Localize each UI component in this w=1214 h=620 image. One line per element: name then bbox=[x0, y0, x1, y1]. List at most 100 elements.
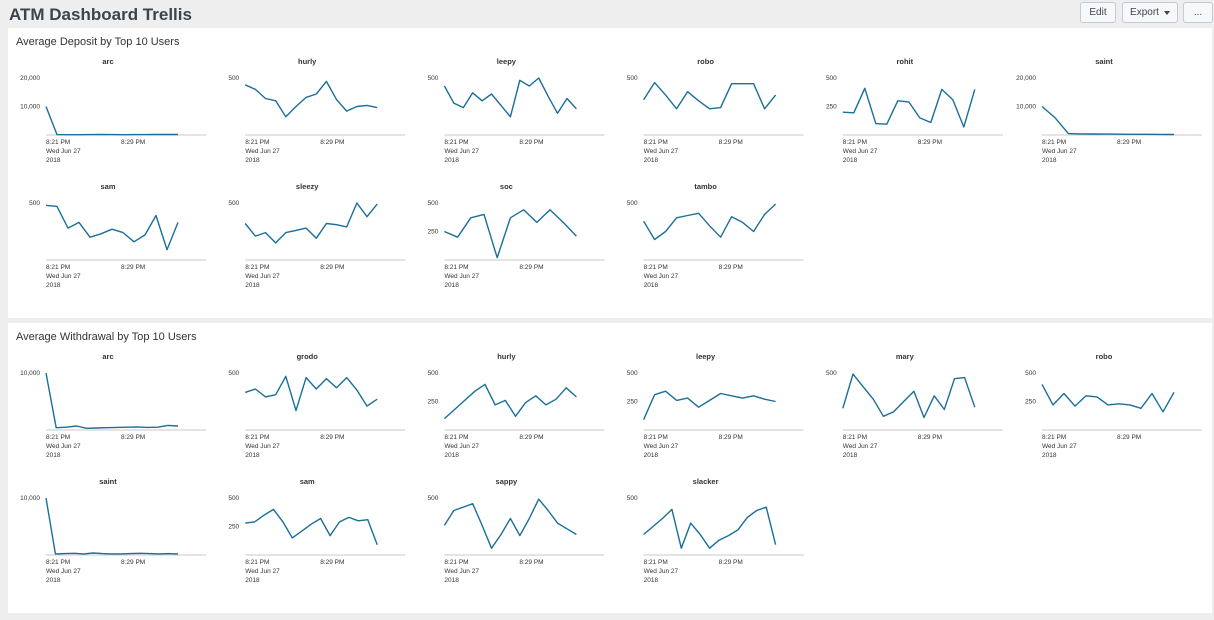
y-tick-label: 250 bbox=[826, 104, 837, 111]
trellis-cell-leepy: leepy 500 8:21 PM Wed Jun 27 2018 8:29 PM bbox=[428, 57, 605, 164]
y-tick-label: 250 bbox=[428, 229, 439, 236]
x-tick-label: 8:21 PM bbox=[245, 139, 269, 146]
y-tick-label: 250 bbox=[1025, 399, 1036, 406]
trellis-cell-rohit: rohit 500 250 8:21 PM Wed Jun 27 2018 8:29 PM bbox=[826, 57, 1003, 164]
edit-button[interactable]: Edit bbox=[1080, 2, 1116, 23]
y-tick-label: 10,000 bbox=[1016, 104, 1036, 111]
y-tick-label: 250 bbox=[228, 524, 239, 531]
y-tick-label: 20,000 bbox=[20, 75, 40, 82]
x-tick-label: 2018 bbox=[444, 452, 459, 459]
x-tick-label: 2018 bbox=[245, 282, 260, 289]
cell-title: arc bbox=[102, 57, 113, 66]
trellis-cell-slacker: slacker 500 8:21 PM Wed Jun 27 2018 8:29 PM bbox=[627, 477, 804, 584]
x-tick-label: 8:21 PM bbox=[1042, 139, 1066, 146]
series-line-rohit bbox=[842, 87, 976, 128]
x-tick-label: Wed Jun 27 bbox=[245, 568, 280, 575]
x-tick-label: Wed Jun 27 bbox=[245, 148, 280, 155]
x-tick-label: 8:21 PM bbox=[444, 264, 468, 271]
x-tick-label: 8:21 PM bbox=[46, 139, 70, 146]
y-tick-label: 500 bbox=[428, 75, 439, 82]
series-line-sleezy bbox=[244, 202, 378, 244]
x-tick-label: 2018 bbox=[245, 157, 260, 164]
trellis-cell-sappy: sappy 500 8:21 PM Wed Jun 27 2018 8:29 PM bbox=[428, 477, 605, 584]
x-tick-label: Wed Jun 27 bbox=[644, 273, 679, 280]
x-tick-label: 8:21 PM bbox=[444, 559, 468, 566]
x-tick-label: 8:29 PM bbox=[519, 434, 543, 441]
y-tick-label: 500 bbox=[29, 200, 40, 207]
y-tick-label: 500 bbox=[428, 495, 439, 502]
trellis-cell-tambo: tambo 500 8:21 PM Wed Jun 27 2018 8:29 PM bbox=[627, 182, 804, 289]
y-tick-label: 500 bbox=[627, 75, 638, 82]
x-tick-label: 8:29 PM bbox=[320, 559, 344, 566]
y-tick-label: 500 bbox=[627, 495, 638, 502]
x-tick-label: 8:21 PM bbox=[46, 434, 70, 441]
x-tick-label: 2018 bbox=[644, 157, 659, 164]
more-options-label: ... bbox=[1193, 7, 1203, 18]
y-tick-label: 10,000 bbox=[20, 495, 40, 502]
trellis-cell-saint: saint 10,000 8:21 PM Wed Jun 27 2018 8:29 PM bbox=[20, 477, 206, 584]
trellis-cell-arc: arc 20,000 10,000 8:21 PM Wed Jun 27 2018 8:29… bbox=[20, 57, 206, 164]
export-button[interactable]: Export bbox=[1122, 2, 1178, 23]
x-tick-label: Wed Jun 27 bbox=[1042, 148, 1077, 155]
x-tick-label: 8:29 PM bbox=[719, 139, 743, 146]
y-tick-label: 500 bbox=[1025, 370, 1036, 377]
series-line-tambo bbox=[643, 203, 777, 241]
series-line-saint bbox=[1041, 105, 1175, 136]
trellis-cell-hurly: hurly 500 250 8:21 PM Wed Jun 27 2018 8:29 PM bbox=[428, 352, 605, 459]
x-tick-label: 2018 bbox=[1042, 452, 1057, 459]
series-line-robo bbox=[1041, 384, 1175, 413]
y-tick-label: 500 bbox=[228, 370, 239, 377]
y-tick-label: 500 bbox=[228, 200, 239, 207]
x-tick-label: 8:21 PM bbox=[46, 264, 70, 271]
x-tick-label: Wed Jun 27 bbox=[245, 443, 280, 450]
trellis-cell-robo: robo 500 250 8:21 PM Wed Jun 27 2018 8:29 PM bbox=[1025, 352, 1202, 459]
trellis-cell-leepy: leepy 500 250 8:21 PM Wed Jun 27 2018 8:29 PM bbox=[627, 352, 804, 459]
cell-title: slacker bbox=[693, 477, 719, 486]
x-tick-label: 8:29 PM bbox=[519, 264, 543, 271]
x-tick-label: 8:21 PM bbox=[644, 559, 668, 566]
x-tick-label: 8:21 PM bbox=[245, 434, 269, 441]
y-tick-label: 500 bbox=[428, 370, 439, 377]
x-tick-label: 8:21 PM bbox=[843, 139, 867, 146]
series-line-saint bbox=[45, 497, 179, 555]
cell-title: arc bbox=[102, 352, 113, 361]
x-tick-label: Wed Jun 27 bbox=[444, 148, 479, 155]
x-tick-label: 8:21 PM bbox=[444, 139, 468, 146]
x-tick-label: 2018 bbox=[843, 452, 858, 459]
y-tick-label: 500 bbox=[228, 75, 239, 82]
y-tick-label: 500 bbox=[826, 75, 837, 82]
export-button-label: Export bbox=[1130, 7, 1159, 18]
x-tick-label: 8:21 PM bbox=[245, 264, 269, 271]
series-line-arc bbox=[45, 106, 178, 136]
x-tick-label: 2018 bbox=[444, 577, 459, 584]
more-options-button[interactable]: ... bbox=[1183, 2, 1213, 23]
series-line-robo bbox=[643, 81, 777, 110]
edit-button-label: Edit bbox=[1089, 7, 1107, 18]
y-tick-label: 500 bbox=[228, 495, 239, 502]
trellis-cell-mary: mary 500 8:21 PM Wed Jun 27 2018 8:29 PM bbox=[826, 352, 1003, 459]
x-tick-label: 8:21 PM bbox=[644, 434, 668, 441]
cell-title: mary bbox=[896, 352, 915, 361]
x-tick-label: 2018 bbox=[46, 282, 61, 289]
y-tick-label: 250 bbox=[428, 399, 439, 406]
x-tick-label: 8:21 PM bbox=[644, 139, 668, 146]
cell-title: saint bbox=[99, 477, 117, 486]
x-tick-label: 2018 bbox=[444, 157, 459, 164]
y-tick-label: 250 bbox=[627, 399, 638, 406]
x-tick-label: 2018 bbox=[1042, 157, 1057, 164]
x-tick-label: 2018 bbox=[245, 452, 260, 459]
y-tick-label: 500 bbox=[428, 200, 439, 207]
x-tick-label: 8:29 PM bbox=[121, 139, 145, 146]
y-tick-label: 500 bbox=[826, 370, 837, 377]
cell-title: sam bbox=[100, 182, 115, 191]
x-tick-label: 8:29 PM bbox=[320, 264, 344, 271]
trellis-cell-arc: arc 10,000 8:21 PM Wed Jun 27 2018 8:29 PM bbox=[20, 352, 206, 459]
x-tick-label: 8:29 PM bbox=[320, 434, 344, 441]
series-line-mary bbox=[842, 373, 976, 419]
deposit-trellis-chart: arc 20,000 10,000 8:21 PM Wed Jun 27 2018 8:29… bbox=[20, 57, 1202, 289]
trellis-cell-robo: robo 500 8:21 PM Wed Jun 27 2018 8:29 PM bbox=[627, 57, 804, 164]
x-tick-label: Wed Jun 27 bbox=[644, 443, 679, 450]
series-line-grodo bbox=[244, 375, 378, 412]
x-tick-label: Wed Jun 27 bbox=[644, 568, 679, 575]
cell-title: soc bbox=[500, 182, 513, 191]
